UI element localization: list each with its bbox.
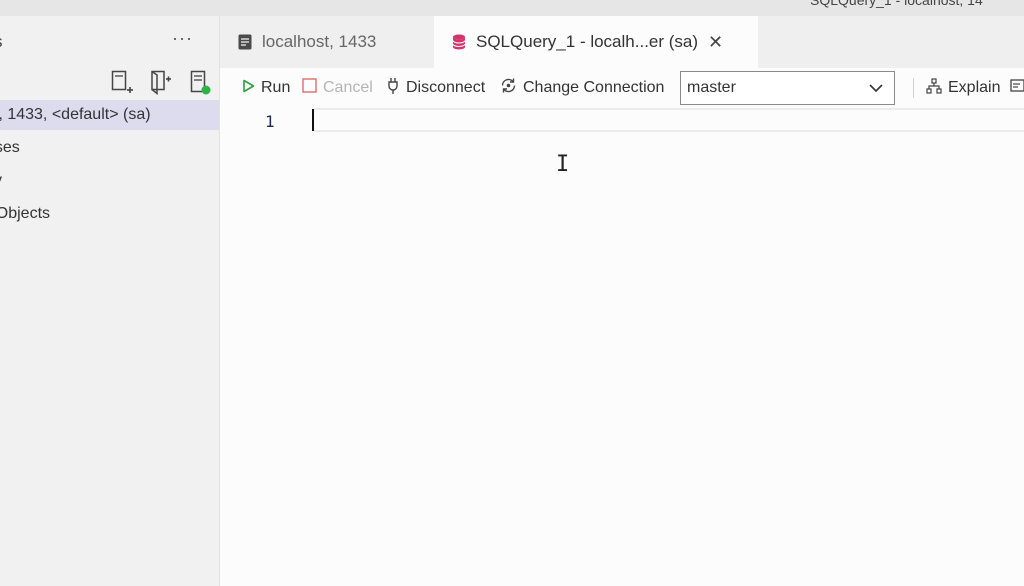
stop-icon xyxy=(302,78,317,98)
toolbar-divider xyxy=(913,78,914,98)
run-label: Run xyxy=(261,79,291,96)
tree-item-label: ity xyxy=(0,166,2,196)
tree-item-label: r Objects xyxy=(0,205,51,222)
tree-item-server[interactable]: st, 1433, <default> (sa) xyxy=(0,100,219,130)
enable-actual-plan-button[interactable] xyxy=(1010,68,1024,108)
close-icon[interactable]: ✕ xyxy=(708,32,723,53)
text-caret xyxy=(312,109,314,131)
sidebar-title: s xyxy=(0,32,3,52)
actual-plan-icon xyxy=(1010,78,1024,99)
tree-item-databases[interactable]: ases xyxy=(0,133,219,163)
i-beam-cursor-icon: I xyxy=(556,152,570,177)
server-connected-icon[interactable] xyxy=(189,70,213,96)
explain-label: Explain xyxy=(948,79,1001,96)
tree-item-label: ases xyxy=(0,139,20,156)
disconnect-label: Disconnect xyxy=(406,79,486,96)
database-select[interactable]: master xyxy=(680,71,895,105)
tab-sqlquery[interactable]: SQLQuery_1 - localh...er (sa) ✕ xyxy=(434,16,758,68)
cancel-button[interactable]: Cancel xyxy=(302,68,373,108)
line-number: 1 xyxy=(265,112,275,131)
connection-swap-icon xyxy=(500,77,517,99)
sql-editor[interactable]: 1 I xyxy=(220,108,1024,586)
tab-localhost[interactable]: localhost, 1433 xyxy=(220,16,434,68)
chevron-down-icon xyxy=(868,81,884,98)
tab-label: localhost, 1433 xyxy=(262,32,377,51)
play-icon xyxy=(242,79,255,98)
cancel-label: Cancel xyxy=(323,79,373,96)
tab-label: SQLQuery_1 - localh...er (sa) xyxy=(476,32,699,51)
tree-item-security[interactable]: ity xyxy=(0,166,219,196)
query-toolbar: Run Cancel Disconnect Change Connection … xyxy=(220,68,1024,108)
window-title: SQLQuery_1 - localhost, 14 xyxy=(810,0,983,8)
change-connection-label: Change Connection xyxy=(523,79,665,96)
disconnect-button[interactable]: Disconnect xyxy=(386,68,485,108)
query-plan-icon xyxy=(926,77,942,99)
document-icon xyxy=(238,34,252,50)
database-select-value: master xyxy=(687,79,736,96)
change-connection-button[interactable]: Change Connection xyxy=(500,68,664,108)
tree-item-server-objects[interactable]: r Objects xyxy=(0,199,219,229)
editor-tab-bar: localhost, 1433 SQLQuery_1 - localh...er… xyxy=(220,16,1024,68)
run-button[interactable]: Run xyxy=(242,68,290,108)
database-icon xyxy=(452,34,466,50)
title-bar: SQLQuery_1 - localhost, 14 xyxy=(0,0,1024,16)
explain-button[interactable]: Explain xyxy=(926,68,1000,108)
more-actions-icon[interactable]: ··· xyxy=(172,28,193,49)
new-notebook-icon[interactable] xyxy=(149,70,173,96)
tree-item-label: st, 1433, <default> (sa) xyxy=(0,106,151,123)
sidebar-actions xyxy=(0,70,219,98)
unplug-icon xyxy=(386,77,400,100)
current-line-highlight xyxy=(314,108,1024,132)
new-query-icon[interactable] xyxy=(110,70,134,96)
connections-sidebar: s ··· xyxy=(0,16,220,586)
